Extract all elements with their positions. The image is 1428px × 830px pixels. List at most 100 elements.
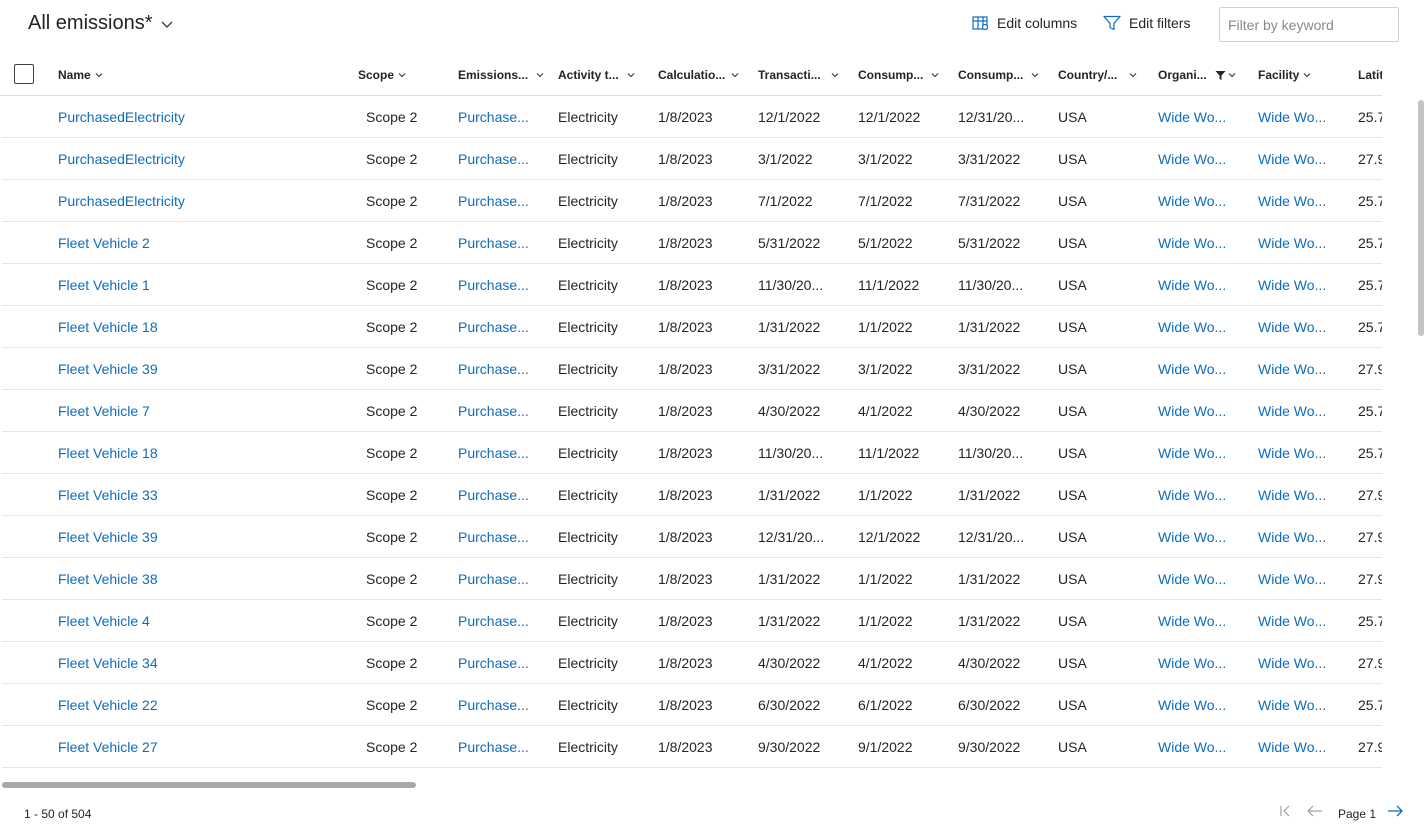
cell-name[interactable]: Fleet Vehicle 22 [58, 684, 338, 726]
edit-filters-button[interactable]: Edit filters [1103, 15, 1190, 31]
cell-facility[interactable]: Wide Wo... [1258, 642, 1348, 684]
cell-name[interactable]: Fleet Vehicle 38 [58, 558, 338, 600]
table-row[interactable]: Fleet Vehicle 38 Scope 2 Purchase... Electr… [2, 558, 1382, 600]
cell-organization[interactable]: Wide Wo... [1158, 600, 1248, 642]
cell-emissions[interactable]: Purchase... [458, 600, 548, 642]
horizontal-scrollbar[interactable] [2, 782, 416, 788]
cell-name[interactable]: Fleet Vehicle 34 [58, 642, 338, 684]
cell-name[interactable]: Fleet Vehicle 39 [58, 516, 338, 558]
table-row[interactable]: Fleet Vehicle 22 Scope 2 Purchase... Electr… [2, 684, 1382, 726]
cell-emissions[interactable]: Purchase... [458, 348, 548, 390]
cell-organization[interactable]: Wide Wo... [1158, 348, 1248, 390]
cell-facility[interactable]: Wide Wo... [1258, 222, 1348, 264]
table-row[interactable]: Fleet Vehicle 2 Scope 2 Purchase... Electri… [2, 222, 1382, 264]
table-row[interactable]: Fleet Vehicle 18 Scope 2 Purchase... Electr… [2, 306, 1382, 348]
edit-columns-button[interactable]: Edit columns [972, 15, 1077, 31]
cell-organization[interactable]: Wide Wo... [1158, 726, 1248, 768]
cell-facility[interactable]: Wide Wo... [1258, 558, 1348, 600]
column-header-country[interactable]: Country/... [1058, 54, 1137, 96]
vertical-scrollbar[interactable] [1418, 100, 1424, 336]
cell-facility[interactable]: Wide Wo... [1258, 96, 1348, 138]
view-selector[interactable]: All emissions* [28, 12, 174, 35]
cell-name[interactable]: Fleet Vehicle 18 [58, 432, 338, 474]
cell-organization[interactable]: Wide Wo... [1158, 138, 1248, 180]
column-header-activity-type[interactable]: Activity t... [558, 54, 635, 96]
previous-page-button[interactable] [1306, 804, 1324, 818]
cell-name[interactable]: PurchasedElectricity [58, 138, 338, 180]
column-header-consumption-end[interactable]: Consump... [958, 54, 1039, 96]
cell-facility[interactable]: Wide Wo... [1258, 138, 1348, 180]
cell-name[interactable]: PurchasedElectricity [58, 96, 338, 138]
next-page-button[interactable] [1386, 804, 1404, 818]
cell-emissions[interactable]: Purchase... [458, 306, 548, 348]
cell-organization[interactable]: Wide Wo... [1158, 180, 1248, 222]
table-row[interactable]: PurchasedElectricity Scope 2 Purchase... El… [2, 138, 1382, 180]
cell-facility[interactable]: Wide Wo... [1258, 684, 1348, 726]
cell-emissions[interactable]: Purchase... [458, 474, 548, 516]
cell-emissions[interactable]: Purchase... [458, 684, 548, 726]
cell-emissions[interactable]: Purchase... [458, 390, 548, 432]
column-header-calculation[interactable]: Calculatio... [658, 54, 739, 96]
column-header-name[interactable]: Name [58, 54, 103, 96]
cell-organization[interactable]: Wide Wo... [1158, 390, 1248, 432]
table-row[interactable]: Fleet Vehicle 1 Scope 2 Purchase... Electri… [2, 264, 1382, 306]
column-header-organization[interactable]: Organi... [1158, 54, 1236, 96]
cell-emissions[interactable]: Purchase... [458, 726, 548, 768]
column-header-consumption-start[interactable]: Consump... [858, 54, 939, 96]
cell-name[interactable]: Fleet Vehicle 7 [58, 390, 338, 432]
cell-name[interactable]: Fleet Vehicle 4 [58, 600, 338, 642]
cell-organization[interactable]: Wide Wo... [1158, 96, 1248, 138]
cell-organization[interactable]: Wide Wo... [1158, 642, 1248, 684]
cell-facility[interactable]: Wide Wo... [1258, 516, 1348, 558]
cell-emissions[interactable]: Purchase... [458, 642, 548, 684]
table-row[interactable]: Fleet Vehicle 33 Scope 2 Purchase... Electr… [2, 474, 1382, 516]
cell-emissions[interactable]: Purchase... [458, 432, 548, 474]
cell-facility[interactable]: Wide Wo... [1258, 726, 1348, 768]
table-row[interactable]: Fleet Vehicle 39 Scope 2 Purchase... Electr… [2, 348, 1382, 390]
table-row[interactable]: Fleet Vehicle 34 Scope 2 Purchase... Electr… [2, 642, 1382, 684]
cell-organization[interactable]: Wide Wo... [1158, 558, 1248, 600]
column-header-scope[interactable]: Scope [358, 54, 406, 96]
cell-facility[interactable]: Wide Wo... [1258, 306, 1348, 348]
table-row[interactable]: Fleet Vehicle 27 Scope 2 Purchase... Electr… [2, 726, 1382, 768]
cell-name[interactable]: Fleet Vehicle 27 [58, 726, 338, 768]
cell-emissions[interactable]: Purchase... [458, 138, 548, 180]
cell-emissions[interactable]: Purchase... [458, 222, 548, 264]
cell-name[interactable]: Fleet Vehicle 1 [58, 264, 338, 306]
table-row[interactable]: PurchasedElectricity Scope 2 Purchase... El… [2, 96, 1382, 138]
select-all-checkbox[interactable] [14, 64, 34, 84]
cell-emissions[interactable]: Purchase... [458, 96, 548, 138]
column-header-emissions[interactable]: Emissions... [458, 54, 544, 96]
cell-organization[interactable]: Wide Wo... [1158, 432, 1248, 474]
cell-emissions[interactable]: Purchase... [458, 516, 548, 558]
cell-organization[interactable]: Wide Wo... [1158, 474, 1248, 516]
table-row[interactable]: Fleet Vehicle 4 Scope 2 Purchase... Electri… [2, 600, 1382, 642]
cell-emissions[interactable]: Purchase... [458, 180, 548, 222]
cell-name[interactable]: Fleet Vehicle 2 [58, 222, 338, 264]
column-header-transaction[interactable]: Transacti... [758, 54, 839, 96]
table-row[interactable]: Fleet Vehicle 39 Scope 2 Purchase... Electr… [2, 516, 1382, 558]
column-header-facility[interactable]: Facility [1258, 54, 1311, 96]
cell-facility[interactable]: Wide Wo... [1258, 348, 1348, 390]
table-row[interactable]: Fleet Vehicle 18 Scope 2 Purchase... Electr… [2, 432, 1382, 474]
table-row[interactable]: PurchasedElectricity Scope 2 Purchase... El… [2, 180, 1382, 222]
cell-organization[interactable]: Wide Wo... [1158, 222, 1248, 264]
cell-organization[interactable]: Wide Wo... [1158, 516, 1248, 558]
cell-facility[interactable]: Wide Wo... [1258, 474, 1348, 516]
table-row[interactable]: Fleet Vehicle 7 Scope 2 Purchase... Electri… [2, 390, 1382, 432]
cell-name[interactable]: Fleet Vehicle 39 [58, 348, 338, 390]
cell-facility[interactable]: Wide Wo... [1258, 432, 1348, 474]
column-header-latitude[interactable]: Latitude [1358, 54, 1382, 96]
cell-name[interactable]: Fleet Vehicle 33 [58, 474, 338, 516]
first-page-button[interactable] [1278, 804, 1292, 818]
cell-emissions[interactable]: Purchase... [458, 264, 548, 306]
cell-facility[interactable]: Wide Wo... [1258, 600, 1348, 642]
cell-facility[interactable]: Wide Wo... [1258, 264, 1348, 306]
cell-facility[interactable]: Wide Wo... [1258, 390, 1348, 432]
cell-organization[interactable]: Wide Wo... [1158, 684, 1248, 726]
cell-name[interactable]: PurchasedElectricity [58, 180, 338, 222]
cell-emissions[interactable]: Purchase... [458, 558, 548, 600]
cell-organization[interactable]: Wide Wo... [1158, 306, 1248, 348]
filter-by-keyword-input[interactable] [1219, 7, 1399, 42]
cell-name[interactable]: Fleet Vehicle 18 [58, 306, 338, 348]
